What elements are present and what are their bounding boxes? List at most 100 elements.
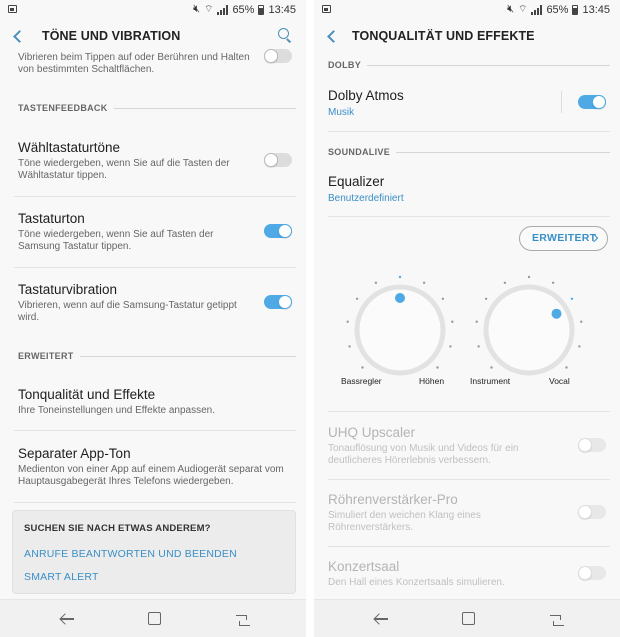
dial-vocal-left-label: Instrument bbox=[470, 376, 511, 386]
dial-vocal-tick bbox=[551, 281, 555, 284]
dial-vocal-right-label: Vocal bbox=[549, 376, 570, 386]
battery-icon bbox=[258, 4, 265, 15]
divider bbox=[328, 411, 610, 412]
setting-subtitle: Töne wiedergeben, wenn Sie auf die Taste… bbox=[18, 158, 230, 181]
wifi-icon: ︎⌔ bbox=[518, 4, 528, 15]
nav-home-icon[interactable] bbox=[462, 612, 475, 625]
back-arrow-icon[interactable] bbox=[12, 28, 26, 44]
konzertsaal-toggle[interactable] bbox=[578, 566, 606, 580]
divider bbox=[328, 479, 610, 480]
setting-subtitle: Töne wiedergeben, wenn Sie auf Tasten de… bbox=[18, 229, 214, 252]
nav-home-icon[interactable] bbox=[148, 612, 161, 625]
setting-title: Tonqualität und Effekte bbox=[18, 387, 156, 402]
setting-subtitle: Simuliert den weichen Klang eines Röhren… bbox=[328, 510, 481, 533]
dial-vocal-tick bbox=[477, 345, 480, 348]
setting-tonqualitaet[interactable]: Tonqualität und Effekte Ihre Toneinstell… bbox=[18, 387, 296, 417]
setting-roehrenverstaerker[interactable]: Röhrenverstärker-Pro Simuliert den weich… bbox=[328, 492, 610, 534]
dial-vocal-tick bbox=[503, 281, 507, 284]
clock: 13:45 bbox=[582, 3, 610, 16]
dial-bass-tick bbox=[398, 275, 402, 279]
setting-tastaturvibration[interactable]: Tastaturvibration Vibrieren, wenn auf di… bbox=[18, 282, 296, 324]
battery-icon bbox=[572, 4, 579, 15]
setting-konzertsaal[interactable]: Konzertsaal Den Hall eines Konzertsaals … bbox=[328, 559, 610, 589]
dial-bass-left-label: Bassregler bbox=[341, 376, 382, 386]
vibration-feedback-toggle[interactable] bbox=[264, 49, 292, 63]
setting-subtitle: Vibrieren, wenn auf die Samsung-Tastatur… bbox=[18, 300, 237, 323]
dial-bass-tick bbox=[451, 320, 454, 323]
setting-subtitle: Den Hall eines Konzertsaals simulieren. bbox=[328, 577, 505, 588]
app-bar: TONQUALITÄT UND EFFEKTE bbox=[314, 20, 620, 54]
dolby-atmos-toggle[interactable] bbox=[578, 95, 606, 109]
setting-vibration-feedback[interactable]: Vibrieren beim Tippen auf oder Berühren … bbox=[18, 52, 296, 76]
nav-back-icon[interactable] bbox=[60, 612, 76, 626]
setting-tastaturton[interactable]: Tastaturton Töne wiedergeben, wenn Sie a… bbox=[18, 211, 296, 253]
dial-vocal-tick bbox=[570, 297, 574, 300]
navigation-bar bbox=[0, 599, 306, 637]
dial-bass-tick bbox=[449, 345, 452, 348]
roehrenverstaerker-toggle[interactable] bbox=[578, 505, 606, 519]
erweitert-button[interactable]: ERWEITERT bbox=[519, 226, 608, 251]
setting-title: Röhrenverstärker-Pro bbox=[328, 492, 458, 507]
equalizer-dials: Bassregler Höhen Instrument Vocal bbox=[334, 275, 614, 395]
gallery-notification-icon bbox=[8, 5, 17, 13]
dial-vocal-tick bbox=[527, 275, 531, 279]
back-arrow-icon[interactable] bbox=[326, 28, 340, 44]
right-screen: 🔇︎ ︎⌔ 65% 13:45 TONQUALITÄT UND EFFEKTE … bbox=[314, 0, 620, 637]
setting-dolby-atmos[interactable]: Dolby Atmos Musik bbox=[328, 88, 610, 118]
nav-back-icon[interactable] bbox=[374, 612, 390, 626]
setting-title: Tastaturvibration bbox=[18, 282, 118, 297]
dial-bass[interactable] bbox=[346, 275, 454, 376]
setting-uhq-upscaler[interactable]: UHQ Upscaler Tonauflösung von Musik und … bbox=[328, 425, 610, 467]
dial-vocal-tick bbox=[565, 366, 568, 369]
search-icon[interactable] bbox=[278, 28, 292, 42]
suggestion-heading: SUCHEN SIE NACH ETWAS ANDEREM? bbox=[24, 523, 211, 534]
tastaturton-toggle[interactable] bbox=[264, 224, 292, 238]
dial-bass-tick bbox=[361, 366, 364, 369]
vertical-separator bbox=[561, 91, 562, 113]
status-bar: 🔇︎ ︎⌔ 65% 13:45 bbox=[314, 0, 620, 20]
dial-vocal-tick bbox=[475, 320, 478, 323]
battery-percent: 65% bbox=[546, 3, 569, 16]
app-bar: TÖNE UND VIBRATION bbox=[0, 20, 306, 54]
signal-icon bbox=[217, 4, 229, 15]
nav-recents-icon[interactable] bbox=[236, 612, 250, 626]
suggestion-card: SUCHEN SIE NACH ETWAS ANDEREM? ANRUFE BE… bbox=[12, 510, 296, 594]
setting-equalizer[interactable]: Equalizer Benutzerdefiniert bbox=[328, 174, 610, 204]
dial-vocal-ring bbox=[483, 284, 575, 376]
setting-subtitle: Tonauflösung von Musik und Videos für ei… bbox=[328, 443, 519, 466]
dial-bass-tick bbox=[441, 297, 445, 300]
uhq-upscaler-toggle[interactable] bbox=[578, 438, 606, 452]
tastaturvibration-toggle[interactable] bbox=[264, 295, 292, 309]
divider bbox=[14, 502, 296, 503]
setting-value: Musik bbox=[328, 107, 355, 118]
battery-percent: 65% bbox=[232, 3, 255, 16]
waehltastatur-toggle[interactable] bbox=[264, 153, 292, 167]
setting-title: Separater App-Ton bbox=[18, 446, 131, 461]
nav-recents-icon[interactable] bbox=[550, 612, 564, 626]
navigation-bar bbox=[314, 599, 620, 637]
suggestion-link-smart-alert[interactable]: SMART ALERT bbox=[24, 571, 99, 583]
section-soundalive: SOUNDALIVE bbox=[328, 147, 610, 157]
dial-bass-right-label: Höhen bbox=[419, 376, 445, 386]
setting-title: Equalizer bbox=[328, 174, 385, 189]
divider bbox=[328, 546, 610, 547]
setting-title: Wähltastaturtöne bbox=[18, 140, 121, 155]
divider bbox=[14, 196, 296, 197]
page-title: TÖNE UND VIBRATION bbox=[42, 29, 181, 43]
setting-waehltastaturtoene[interactable]: Wähltastaturtöne Töne wiedergeben, wenn … bbox=[18, 140, 296, 182]
mute-icon: 🔇︎ bbox=[193, 3, 201, 15]
setting-title: Dolby Atmos bbox=[328, 88, 404, 103]
left-screen: 🔇︎ ︎⌔ 65% 13:45 TÖNE UND VIBRATION Vibri… bbox=[0, 0, 306, 637]
suggestion-link-anrufe[interactable]: ANRUFE BEANTWORTEN UND BEENDEN bbox=[24, 548, 237, 560]
setting-title: UHQ Upscaler bbox=[328, 425, 416, 440]
setting-title: Tastaturton bbox=[18, 211, 85, 226]
dial-vocal-tick bbox=[484, 297, 488, 300]
dial-bass-tick bbox=[346, 320, 349, 323]
dial-bass-tick bbox=[348, 345, 351, 348]
dial-bass-indicator bbox=[395, 293, 405, 303]
dial-vocal[interactable] bbox=[475, 275, 583, 376]
dial-bass-tick bbox=[422, 281, 426, 284]
setting-separater-app-ton[interactable]: Separater App-Ton Medienton von einer Ap… bbox=[18, 446, 296, 488]
wifi-icon: ︎⌔ bbox=[204, 4, 214, 15]
dial-bass-tick bbox=[374, 281, 378, 284]
